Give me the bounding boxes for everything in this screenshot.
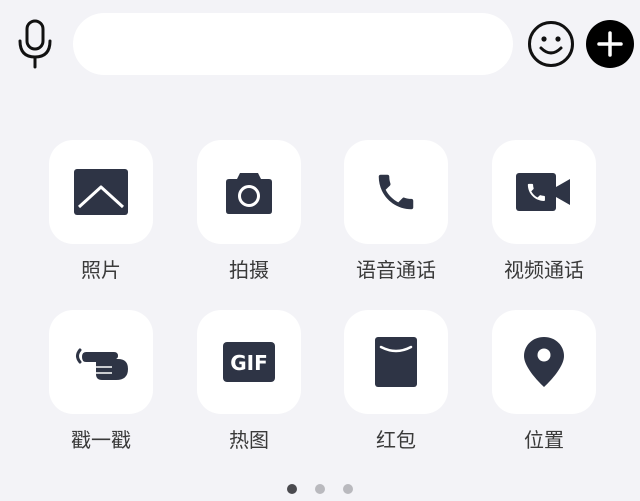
panel-item-video-call[interactable]: 视频通话 [492,140,596,284]
panel-item-tile[interactable] [492,310,596,414]
panel-item-photo[interactable]: 照片 [49,140,153,284]
panel-item-label: 位置 [524,428,564,452]
microphone-icon [18,19,52,69]
page-dot[interactable] [343,484,353,494]
location-pin-icon [524,337,564,387]
page-dot[interactable] [287,484,297,494]
svg-text:GIF: GIF [230,351,268,375]
more-functions-button[interactable] [585,19,635,69]
panel-item-tile[interactable] [49,140,153,244]
panel-item-voice-call[interactable]: 语音通话 [344,140,448,284]
gif-icon: GIF [223,342,275,382]
panel-item-label: 视频通话 [504,258,584,282]
panel-item-tile[interactable] [344,140,448,244]
panel-item-camera[interactable]: 拍摄 [197,140,301,284]
panel-item-tile[interactable] [197,140,301,244]
panel-item-label: 红包 [376,428,416,452]
video-call-icon [516,173,570,211]
plus-icon [586,20,634,68]
panel-item-label: 照片 [81,258,121,282]
panel-item-label: 热图 [229,428,269,452]
phone-icon [378,174,414,210]
voice-input-button[interactable] [12,18,58,70]
emoji-button[interactable] [526,19,576,69]
panel-item-label: 拍摄 [229,258,269,282]
panel-item-poke[interactable]: 戳一戳 [49,310,153,454]
panel-item-red-packet[interactable]: 红包 [344,310,448,454]
page-dot[interactable] [315,484,325,494]
chat-input-bar [0,0,640,90]
panel-item-tile[interactable] [492,140,596,244]
panel-item-label: 语音通话 [356,258,436,282]
page-indicator [0,484,640,496]
panel-item-location[interactable]: 位置 [492,310,596,454]
panel-item-tile[interactable] [49,310,153,414]
pointing-hand-icon [76,348,128,380]
message-input[interactable] [73,13,513,75]
smiley-icon [528,21,574,67]
camera-icon [226,173,272,214]
panel-item-label: 戳一戳 [71,428,131,452]
panel-item-tile[interactable] [344,310,448,414]
red-packet-icon [375,337,417,387]
panel-item-tile[interactable]: GIF [197,310,301,414]
panel-item-gif[interactable]: GIF 热图 [197,310,301,454]
photo-icon [74,169,128,215]
